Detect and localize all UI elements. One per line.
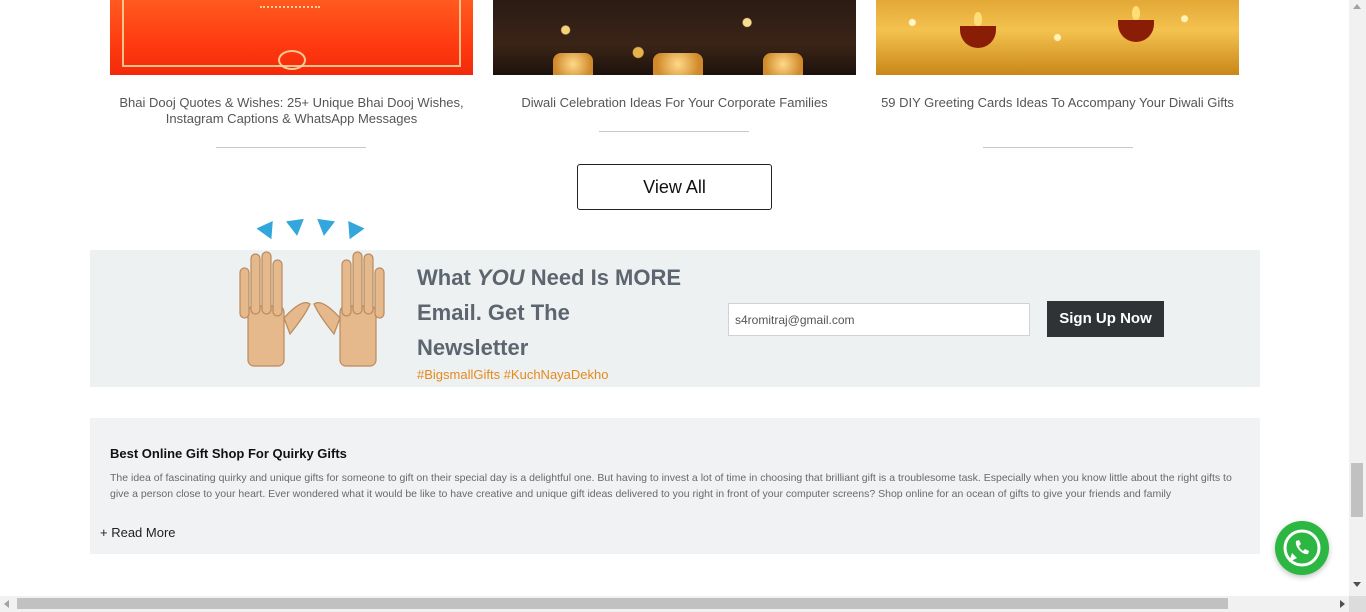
seo-description-section: Best Online Gift Shop For Quirky Gifts T… xyxy=(90,418,1260,554)
whatsapp-icon xyxy=(1283,529,1321,567)
lantern-jar xyxy=(553,53,593,75)
sparkle-icon xyxy=(256,220,280,244)
sparkle-icon xyxy=(314,218,336,238)
diya-lamp xyxy=(1118,6,1154,42)
scroll-down-arrow-icon[interactable] xyxy=(1353,582,1361,587)
newsletter-hashtags: #BigsmallGifts #KuchNayaDekho xyxy=(417,367,609,382)
page: Bhai Dooj Quotes & Wishes: 25+ Unique Bh… xyxy=(0,0,1349,596)
heading-text: What xyxy=(417,265,477,290)
decorative-ornament xyxy=(260,0,320,8)
blog-card-image-diwali-celebration[interactable] xyxy=(493,0,856,75)
blog-card-image-diy-greeting-cards[interactable] xyxy=(876,0,1239,75)
scroll-left-arrow-icon[interactable] xyxy=(4,600,9,608)
divider xyxy=(599,131,749,132)
lantern-jar xyxy=(763,53,803,75)
horizontal-scroll-thumb[interactable] xyxy=(17,598,1228,609)
scrollbar-corner xyxy=(1349,596,1366,612)
seo-text: The idea of fascinating quirky and uniqu… xyxy=(110,472,1232,500)
blog-card-title[interactable]: Diwali Celebration Ideas For Your Corpor… xyxy=(493,95,856,111)
read-more-link[interactable]: + Read More xyxy=(100,525,176,540)
raising-hands-icon xyxy=(239,251,385,367)
scroll-up-arrow-icon[interactable] xyxy=(1353,4,1361,9)
email-field[interactable] xyxy=(728,303,1030,336)
sign-up-button[interactable]: Sign Up Now xyxy=(1047,301,1164,337)
vertical-scrollbar[interactable] xyxy=(1349,0,1366,596)
blog-card-title[interactable]: Bhai Dooj Quotes & Wishes: 25+ Unique Bh… xyxy=(110,95,473,127)
vertical-scroll-thumb[interactable] xyxy=(1351,463,1363,517)
scroll-right-arrow-icon[interactable] xyxy=(1340,600,1345,608)
sparkle-icon xyxy=(285,218,307,238)
whatsapp-button[interactable] xyxy=(1275,521,1329,575)
diya-lamp xyxy=(960,12,996,48)
lantern-jar xyxy=(653,53,703,75)
divider xyxy=(983,147,1133,148)
heading-emphasis: YOU xyxy=(476,265,525,290)
sparkle-icon xyxy=(341,220,365,244)
decorative-ornament xyxy=(278,50,306,70)
blog-card-image-bhai-dooj[interactable] xyxy=(110,0,473,75)
seo-title: Best Online Gift Shop For Quirky Gifts xyxy=(110,446,347,461)
horizontal-scrollbar[interactable] xyxy=(0,596,1366,612)
newsletter-heading: What YOU Need Is MORE Email. Get The New… xyxy=(417,260,687,365)
divider xyxy=(216,147,366,148)
blog-card-title[interactable]: 59 DIY Greeting Cards Ideas To Accompany… xyxy=(876,95,1239,111)
view-all-button[interactable]: View All xyxy=(577,164,772,210)
